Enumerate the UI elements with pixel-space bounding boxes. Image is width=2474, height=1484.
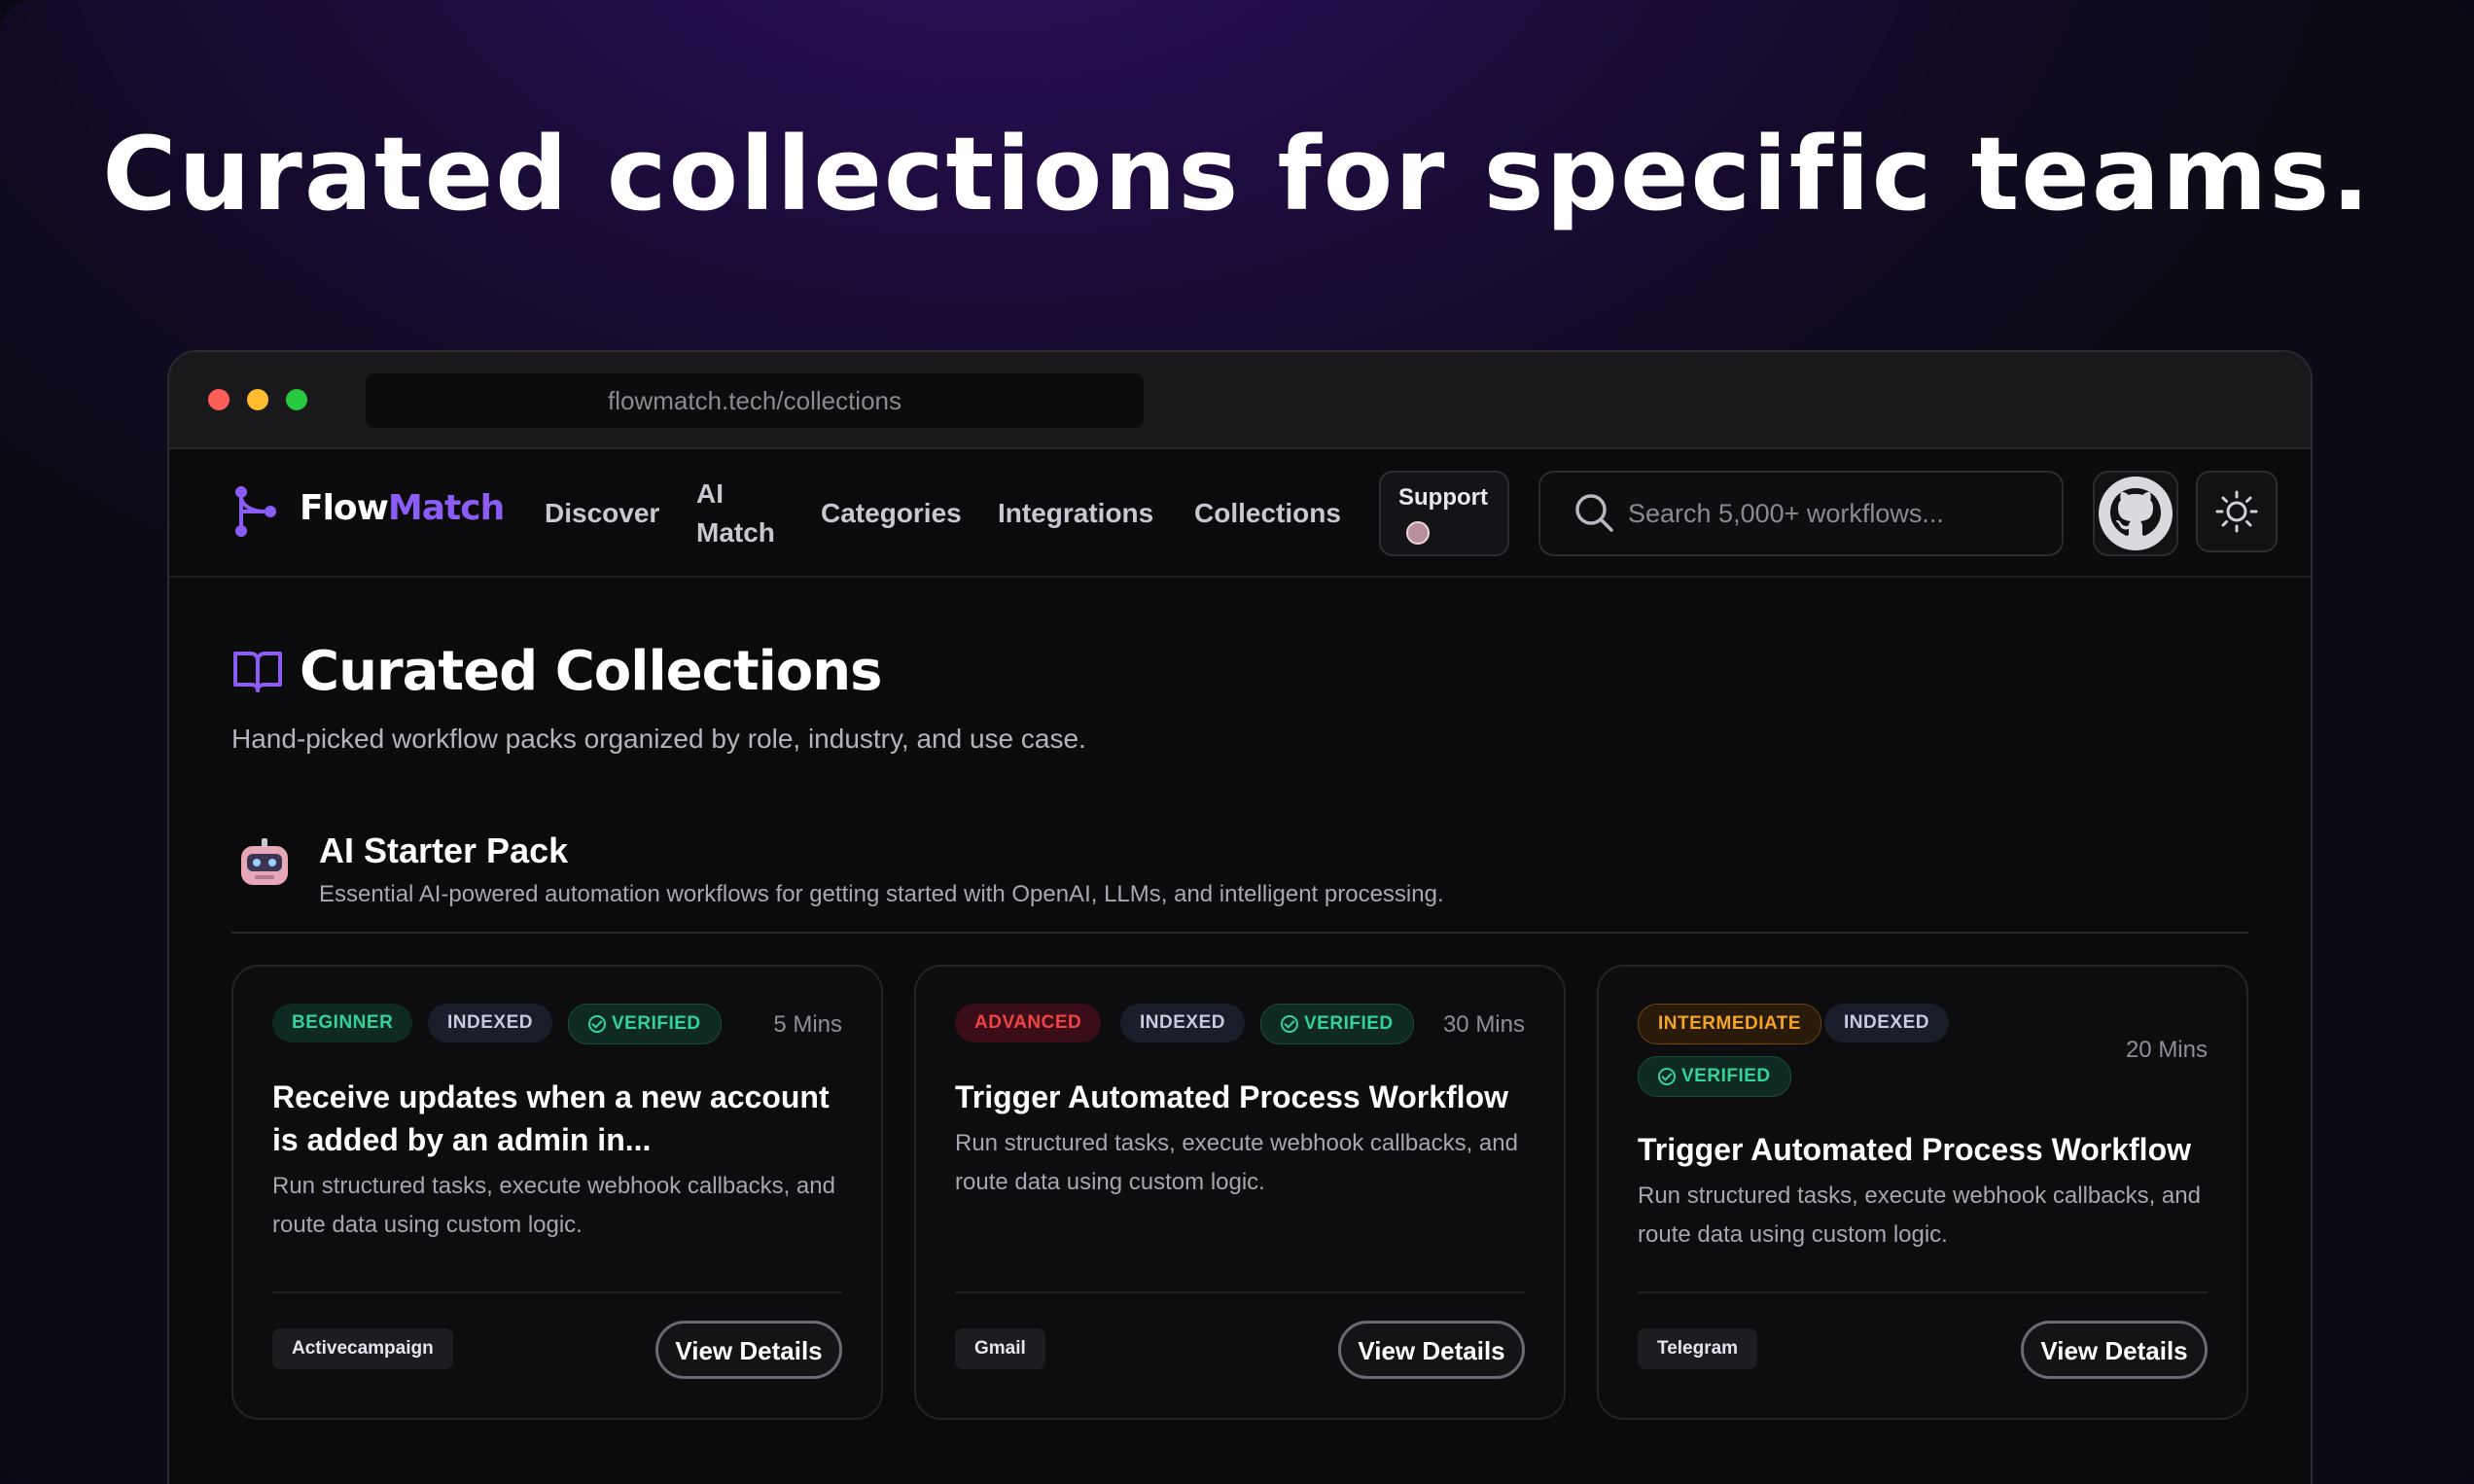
github-button[interactable] (2093, 471, 2178, 556)
nav-link-ai-match-line2[interactable]: Match (696, 517, 775, 548)
level-badge: INTERMEDIATE (1638, 1004, 1822, 1044)
level-badge: BEGINNER (272, 1004, 413, 1042)
card-description-line2: route data using custom logic. (272, 1212, 583, 1238)
card-description-line1: Run structured tasks, execute webhook ca… (1638, 1183, 2201, 1209)
view-details-button[interactable]: View Details (1338, 1321, 1525, 1379)
sun-icon (2215, 490, 2258, 533)
logo-prefix: Flow (300, 488, 389, 528)
headline: Curated collections for specific teams. (102, 115, 2372, 233)
github-icon (2099, 477, 2173, 550)
site-navbar: FlowMatch Discover AI Match Categories I… (169, 449, 2311, 578)
nav-link-categories[interactable]: Categories (821, 498, 962, 529)
level-badge: ADVANCED (955, 1004, 1102, 1042)
logo-accent: Match (387, 488, 505, 528)
support-button[interactable]: Support (1379, 471, 1509, 556)
workflow-card[interactable]: ADVANCED INDEXED VERIFIED 30 Mins Trigge… (914, 965, 1566, 1420)
card-title-line2[interactable]: is added by an admin in... (272, 1118, 846, 1161)
check-circle-icon (588, 1015, 606, 1033)
card-description-line2: route data using custom logic. (955, 1169, 1265, 1195)
search-icon (1575, 494, 1613, 532)
workflow-branch-icon (235, 486, 276, 537)
verified-badge: VERIFIED (568, 1004, 722, 1044)
duration: 20 Mins (2125, 1037, 2208, 1063)
pack-title: AI Starter Pack (319, 830, 569, 870)
search-input[interactable] (1626, 488, 2038, 539)
card-divider (955, 1291, 1525, 1293)
page-title: Curated Collections (300, 640, 882, 703)
card-description-line1: Run structured tasks, execute webhook ca… (272, 1173, 835, 1199)
duration: 5 Mins (773, 1011, 842, 1038)
pack-description: Essential AI-powered automation workflow… (319, 881, 1444, 907)
address-bar[interactable]: flowmatch.tech/collections (366, 373, 1144, 428)
verified-badge: VERIFIED (1260, 1004, 1414, 1044)
card-title[interactable]: Trigger Automated Process Workflow (1638, 1128, 2211, 1171)
main-content: Curated Collections Hand-picked workflow… (169, 578, 2311, 1484)
view-details-button[interactable]: View Details (2021, 1321, 2208, 1379)
promo-frame: Curated collections for specific teams. … (0, 0, 2474, 1484)
theme-toggle-button[interactable] (2196, 471, 2278, 552)
open-book-icon (233, 652, 282, 692)
workflow-card[interactable]: INTERMEDIATE INDEXED VERIFIED 20 Mins Tr… (1597, 965, 2248, 1420)
verified-label: VERIFIED (612, 1013, 701, 1034)
card-title[interactable]: Trigger Automated Process Workflow (955, 1076, 1529, 1118)
card-title-line1[interactable]: Receive updates when a new account (272, 1076, 846, 1118)
verified-label: VERIFIED (1681, 1066, 1771, 1086)
minimize-window-dot[interactable] (247, 389, 268, 410)
indexed-badge: INDEXED (428, 1004, 552, 1042)
browser-titlebar: flowmatch.tech/collections (169, 352, 2311, 449)
card-divider (1638, 1291, 2208, 1293)
pack-divider (231, 932, 2248, 934)
robot-icon (241, 838, 288, 885)
indexed-badge: INDEXED (1824, 1004, 1949, 1042)
nav-link-discover[interactable]: Discover (545, 498, 659, 529)
card-divider (272, 1291, 842, 1293)
workflow-card[interactable]: BEGINNER INDEXED VERIFIED 5 Mins Receive… (231, 965, 883, 1420)
nav-link-ai-match-line1[interactable]: AI (696, 478, 724, 510)
nav-link-integrations[interactable]: Integrations (998, 498, 1153, 529)
nav-link-collections[interactable]: Collections (1194, 498, 1341, 529)
integration-chip[interactable]: Activecampaign (272, 1328, 453, 1369)
verified-badge: VERIFIED (1638, 1056, 1791, 1097)
maximize-window-dot[interactable] (286, 389, 307, 410)
close-window-dot[interactable] (208, 389, 230, 410)
card-description-line1: Run structured tasks, execute webhook ca… (955, 1130, 1518, 1156)
card-description-line2: route data using custom logic. (1638, 1221, 1948, 1248)
check-circle-icon (1658, 1068, 1676, 1085)
support-avatar (1406, 521, 1430, 545)
integration-chip[interactable]: Gmail (955, 1328, 1045, 1369)
logo-wordmark[interactable]: FlowMatch (300, 488, 505, 528)
indexed-badge: INDEXED (1120, 1004, 1245, 1042)
check-circle-icon (1281, 1015, 1298, 1033)
search-box[interactable] (1538, 471, 2064, 556)
page-subtitle: Hand-picked workflow packs organized by … (231, 724, 1086, 754)
integration-chip[interactable]: Telegram (1638, 1328, 1758, 1369)
browser-window: flowmatch.tech/collections FlowMatch Dis… (167, 350, 2313, 1484)
view-details-button[interactable]: View Details (655, 1321, 842, 1379)
duration: 30 Mins (1442, 1011, 1525, 1038)
verified-label: VERIFIED (1304, 1013, 1394, 1034)
support-label: Support (1398, 484, 1488, 511)
